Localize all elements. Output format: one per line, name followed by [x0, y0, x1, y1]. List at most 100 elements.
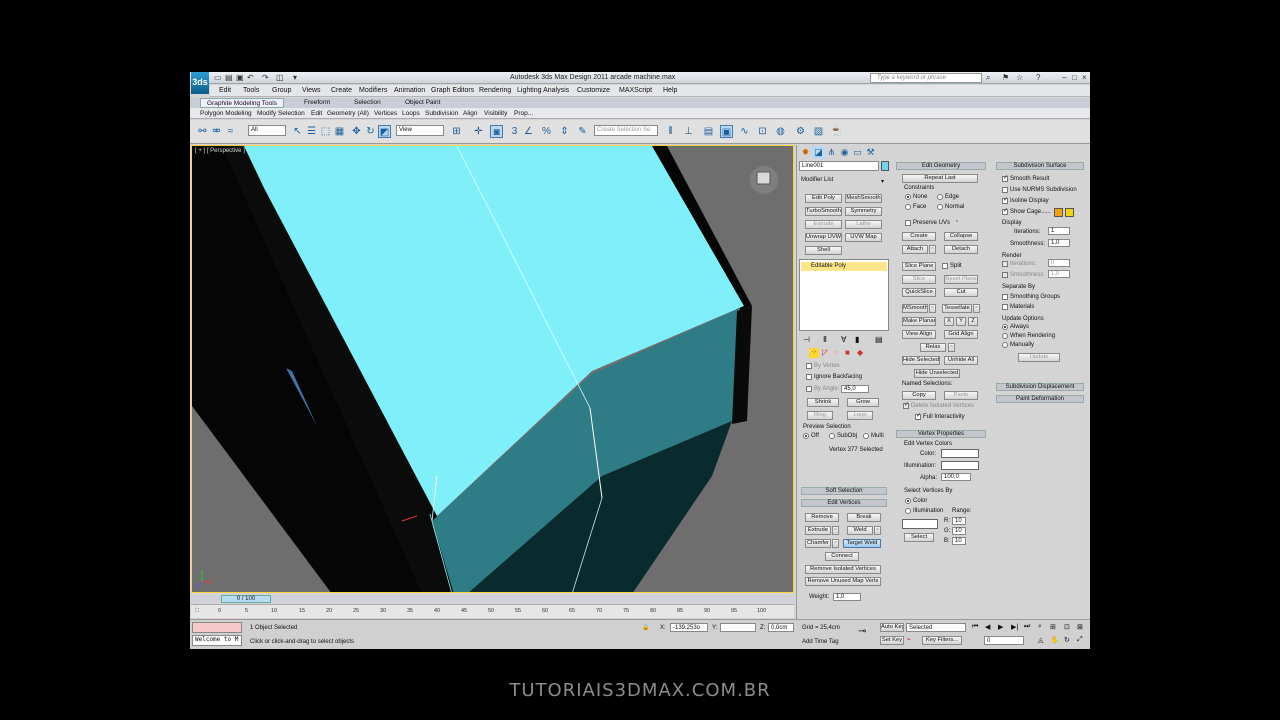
weld-settings-button[interactable]: ▫ — [874, 526, 881, 535]
menu-modifiers[interactable]: Modifiers — [359, 87, 387, 94]
selection-filter-dropdown[interactable]: All — [248, 125, 286, 136]
relax-button[interactable]: Relax — [920, 343, 946, 352]
select-color-swatch[interactable] — [902, 519, 938, 529]
preview-multi-radio[interactable] — [863, 433, 869, 439]
paint-deformation-rollout[interactable]: Paint Deformation — [996, 395, 1084, 403]
tab-freeform[interactable]: Freeform — [304, 99, 330, 106]
smoothing-groups-checkbox[interactable] — [1002, 294, 1008, 300]
tab-selection[interactable]: Selection — [354, 99, 381, 106]
tessellate-button[interactable]: Tessellate — [942, 304, 972, 313]
z-coordinate-field[interactable]: 0,0cm — [768, 623, 794, 632]
snaps-toggle-icon[interactable]: 3 — [508, 125, 521, 138]
display-tab-icon[interactable]: ▭ — [851, 146, 864, 159]
vertex-color-swatch[interactable] — [941, 449, 979, 458]
object-name-field[interactable]: Line001 — [799, 161, 879, 171]
layer-manager-icon[interactable]: ▤ — [702, 125, 715, 138]
object-color-swatch[interactable] — [881, 161, 889, 171]
constraint-face-radio[interactable] — [905, 204, 911, 210]
maxscript-mini-listener[interactable]: Welcome to M — [192, 635, 242, 646]
menu-edit[interactable]: Edit — [219, 87, 231, 94]
menu-customize[interactable]: Customize — [577, 87, 610, 94]
menu-group[interactable]: Group — [272, 87, 291, 94]
r-range-spinner[interactable]: 10 — [952, 517, 966, 525]
alpha-spinner[interactable]: 100,0 — [941, 473, 971, 481]
remove-modifier-icon[interactable]: ▮ — [855, 335, 859, 344]
attach-list-button[interactable]: ▫ — [929, 245, 936, 254]
field-of-view-icon[interactable]: ◬ — [1038, 636, 1043, 644]
menu-tools[interactable]: Tools — [243, 87, 259, 94]
time-slider[interactable]: 0 / 100 — [191, 595, 794, 603]
collapse-button[interactable]: Collapse — [944, 232, 978, 241]
remove-isolated-vertices-button[interactable]: Remove Isolated Vertices — [805, 565, 881, 574]
edge-level-icon[interactable]: ◸ — [822, 348, 828, 357]
restore-icon[interactable]: □ — [1072, 73, 1077, 82]
subtab-subdivision[interactable]: Subdivision — [425, 110, 458, 117]
msmooth-button[interactable]: MSmooth — [902, 304, 928, 313]
relax-settings-button[interactable]: ▫ — [948, 343, 955, 352]
track-bar-icon[interactable]: ⛶ — [195, 608, 199, 615]
split-checkbox[interactable] — [942, 263, 948, 269]
open-file-icon[interactable]: ▤ — [225, 73, 233, 82]
detach-button[interactable]: Detach — [944, 245, 978, 254]
update-manually-radio[interactable] — [1002, 342, 1008, 348]
make-planar-button[interactable]: Make Planar — [902, 317, 936, 326]
modifier-stack[interactable]: Editable Poly — [799, 259, 889, 331]
materials-checkbox[interactable] — [1002, 304, 1008, 310]
tab-object-paint[interactable]: Object Paint — [405, 99, 440, 106]
set-key-icon[interactable]: ⌁ — [907, 636, 911, 643]
maxscript-listener[interactable] — [192, 622, 242, 633]
redo-icon[interactable]: ↷ — [262, 73, 269, 82]
isoline-display-checkbox[interactable] — [1002, 196, 1008, 204]
bind-space-warp-icon[interactable]: ≈ — [224, 125, 237, 138]
zoom-all-icon[interactable]: ⊞ — [1050, 623, 1056, 631]
turbosmooth-button[interactable]: TurboSmooth — [805, 207, 842, 216]
set-key-button[interactable]: Set Key — [880, 636, 904, 645]
smoothness-spinner[interactable]: 1,0 — [1048, 239, 1070, 247]
grow-button[interactable]: Grow — [847, 398, 879, 407]
curve-editor-icon[interactable]: ∿ — [738, 125, 751, 138]
preview-off-radio[interactable] — [803, 433, 809, 439]
element-level-icon[interactable]: ◆ — [857, 348, 863, 357]
cut-button[interactable]: Cut — [944, 288, 978, 297]
smooth-result-checkbox[interactable] — [1002, 174, 1008, 182]
edit-poly-button[interactable]: Edit Poly — [805, 194, 842, 203]
save-icon[interactable]: ▣ — [236, 73, 244, 82]
zoom-icon[interactable]: ⌕ — [1038, 623, 1042, 631]
show-cage-checkbox[interactable] — [1002, 207, 1008, 215]
subtab-loops[interactable]: Loops — [402, 110, 420, 117]
planar-x-button[interactable]: X — [944, 317, 954, 326]
show-end-result-icon[interactable]: Ⅱ — [823, 335, 827, 344]
angle-snap-icon[interactable]: ∠ — [522, 125, 535, 138]
reference-coordinate-dropdown[interactable]: View — [396, 125, 444, 136]
edit-named-selection-icon[interactable]: ✎ — [576, 125, 589, 138]
copy-button[interactable]: Copy — [902, 391, 936, 400]
menu-lighting-analysis[interactable]: Lighting Analysis — [517, 87, 569, 94]
search-input[interactable]: Type a keyword or phrase — [870, 73, 982, 83]
add-time-tag[interactable]: Add Time Tag — [802, 639, 839, 645]
extrude-settings-button[interactable]: ▫ — [832, 526, 839, 535]
tab-graphite-modeling-tools[interactable]: Graphite Modeling Tools — [200, 98, 284, 108]
next-frame-icon[interactable]: ▶| — [1011, 623, 1018, 631]
remove-button[interactable]: Remove — [805, 513, 839, 522]
menu-animation[interactable]: Animation — [394, 87, 425, 94]
edit-vertices-rollout[interactable]: Edit Vertices — [801, 499, 887, 507]
minimize-icon[interactable]: – — [1062, 73, 1066, 82]
mirror-icon[interactable]: ⫴ — [664, 125, 677, 138]
pan-icon[interactable]: ✋ — [1050, 636, 1059, 644]
play-icon[interactable]: ▶ — [998, 623, 1003, 631]
select-by-name-icon[interactable]: ☰ — [305, 125, 318, 138]
modifier-list-dropdown[interactable]: Modifier List — [799, 176, 889, 186]
weight-spinner[interactable]: 1,0 — [833, 593, 861, 601]
current-frame-field[interactable]: 0 — [984, 636, 1024, 645]
menu-maxscript[interactable]: MAXScript — [619, 87, 652, 94]
named-selection-sets-dropdown[interactable]: Create Selection Se — [594, 125, 658, 136]
full-interactivity-checkbox[interactable] — [915, 412, 921, 420]
new-file-icon[interactable]: ▭ — [214, 73, 222, 82]
shell-button[interactable]: Shell — [805, 246, 842, 255]
menu-rendering[interactable]: Rendering — [479, 87, 511, 94]
hold-icon[interactable]: ◫ — [276, 73, 284, 82]
make-unique-icon[interactable]: ∀ — [841, 335, 846, 344]
percent-snap-icon[interactable]: % — [540, 125, 553, 138]
x-coordinate-field[interactable]: -139,253o — [670, 623, 708, 632]
menu-views[interactable]: Views — [302, 87, 321, 94]
